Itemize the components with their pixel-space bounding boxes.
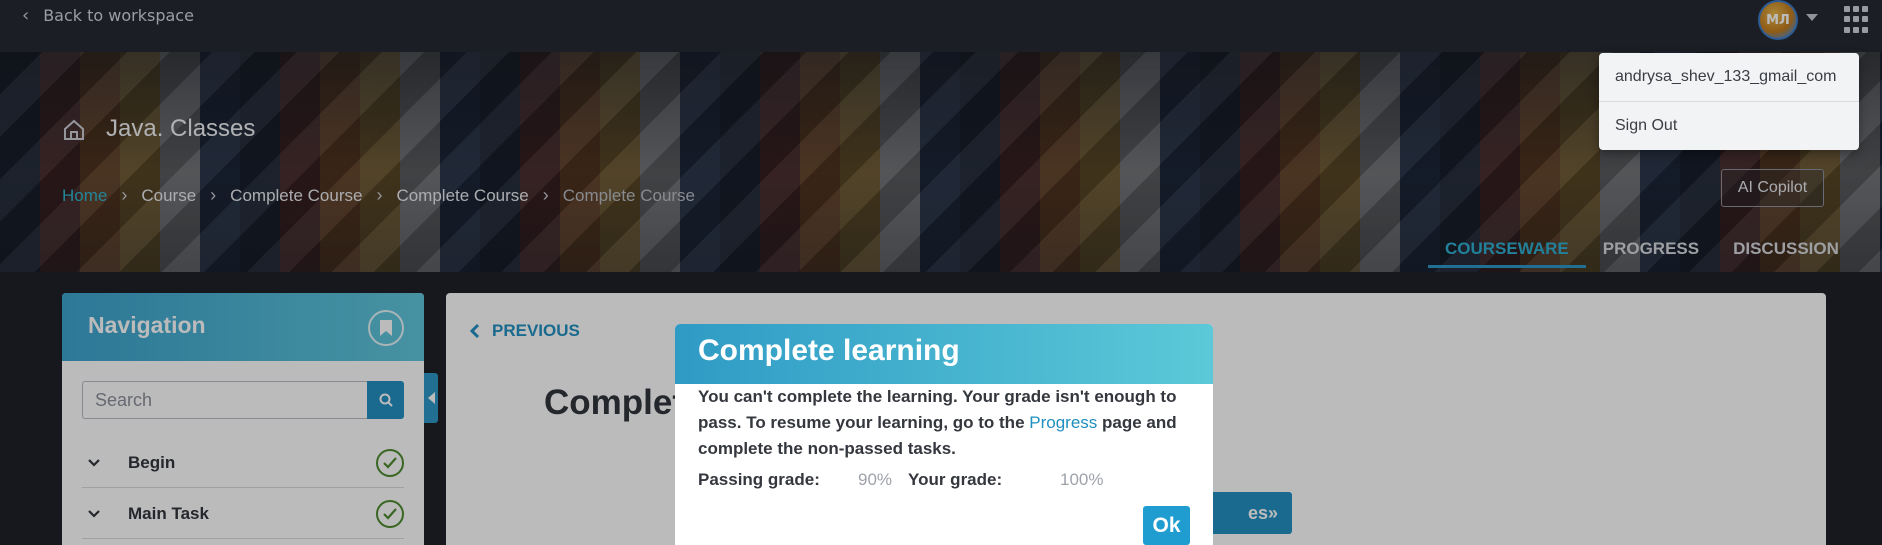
user-menu-username[interactable]: andrysa_shev_133_gmail_com bbox=[1599, 53, 1859, 101]
nav-item-label: Begin bbox=[128, 452, 176, 472]
tab-discussion[interactable]: DISCUSSION bbox=[1716, 239, 1856, 268]
breadcrumb-current: Complete Course bbox=[562, 185, 696, 205]
search-button[interactable] bbox=[367, 381, 404, 419]
progress-link[interactable]: Progress bbox=[1029, 413, 1097, 432]
chevron-left-icon: ‹ bbox=[22, 5, 30, 26]
dialog-header: Complete learning bbox=[675, 324, 1213, 384]
breadcrumb-complete-course-1[interactable]: Complete Course bbox=[230, 186, 362, 206]
user-avatar[interactable]: МЛ bbox=[1758, 0, 1798, 40]
navigation-header: Navigation bbox=[62, 293, 424, 361]
back-to-workspace-label: Back to workspace bbox=[43, 6, 194, 25]
chevron-right-icon: › bbox=[542, 185, 549, 205]
bookmark-button[interactable] bbox=[368, 310, 404, 346]
dialog-title: Complete learning bbox=[698, 334, 960, 367]
previous-button[interactable]: PREVIOUS bbox=[470, 321, 580, 341]
breadcrumb-home[interactable]: Home bbox=[62, 186, 107, 206]
previous-label: PREVIOUS bbox=[492, 321, 580, 340]
check-circle-icon bbox=[376, 448, 404, 477]
nav-item-main-task[interactable]: Main Task bbox=[82, 489, 404, 539]
grade-summary: Passing grade: 90% Your grade: 100% bbox=[698, 468, 1190, 502]
chevron-left-icon bbox=[470, 323, 480, 339]
breadcrumb: Home › Course › Complete Course › Comple… bbox=[62, 185, 695, 206]
your-grade-value: 100% bbox=[1060, 470, 1104, 489]
chevron-down-icon bbox=[88, 458, 100, 467]
breadcrumb-course[interactable]: Course bbox=[141, 186, 196, 206]
home-icon[interactable] bbox=[62, 118, 86, 142]
back-to-workspace-link[interactable]: ‹ Back to workspace bbox=[22, 5, 194, 26]
navigation-title: Navigation bbox=[88, 312, 206, 338]
ai-copilot-button[interactable]: AI Copilot bbox=[1721, 169, 1824, 207]
course-title: Java. Classes bbox=[106, 115, 256, 142]
apps-grid-icon[interactable] bbox=[1844, 6, 1868, 34]
top-bar: ‹ Back to workspace МЛ bbox=[0, 0, 1882, 52]
passing-grade-label: Passing grade: bbox=[698, 470, 820, 489]
bookmark-icon bbox=[380, 320, 392, 336]
ok-button[interactable]: Ok bbox=[1143, 506, 1190, 545]
nav-item-label: Main Task bbox=[128, 503, 209, 523]
passing-grade-value: 90% bbox=[858, 470, 893, 489]
chevron-right-icon: › bbox=[121, 185, 128, 205]
dialog-message: You can't complete the learning. Your gr… bbox=[698, 384, 1190, 462]
tab-progress[interactable]: PROGRESS bbox=[1586, 239, 1716, 268]
your-grade-label: Your grade: bbox=[908, 470, 1003, 489]
search-icon bbox=[379, 393, 393, 407]
caret-left-icon bbox=[427, 392, 435, 404]
breadcrumb-complete-course-2[interactable]: Complete Course bbox=[396, 186, 528, 206]
course-tabs: COURSEWARE PROGRESS DISCUSSION bbox=[1428, 239, 1856, 268]
chevron-down-icon bbox=[88, 509, 100, 518]
collapse-navigation-button[interactable] bbox=[424, 373, 438, 423]
nav-item-begin[interactable]: Begin bbox=[82, 438, 404, 488]
check-circle-icon bbox=[376, 499, 404, 528]
chevron-right-icon: › bbox=[210, 185, 217, 205]
tab-courseware[interactable]: COURSEWARE bbox=[1428, 239, 1586, 268]
navigation-search bbox=[82, 381, 404, 419]
caret-down-icon[interactable] bbox=[1806, 14, 1818, 21]
chevron-right-icon: › bbox=[376, 185, 383, 205]
navigation-panel: Navigation Begin Main Task bbox=[62, 293, 424, 545]
search-input[interactable] bbox=[82, 381, 367, 419]
sign-out-button[interactable]: Sign Out bbox=[1599, 101, 1859, 149]
user-dropdown-menu: andrysa_shev_133_gmail_com Sign Out bbox=[1599, 53, 1859, 150]
complete-learning-dialog: Complete learning You can't complete the… bbox=[675, 324, 1213, 545]
dialog-body: You can't complete the learning. Your gr… bbox=[675, 384, 1213, 502]
